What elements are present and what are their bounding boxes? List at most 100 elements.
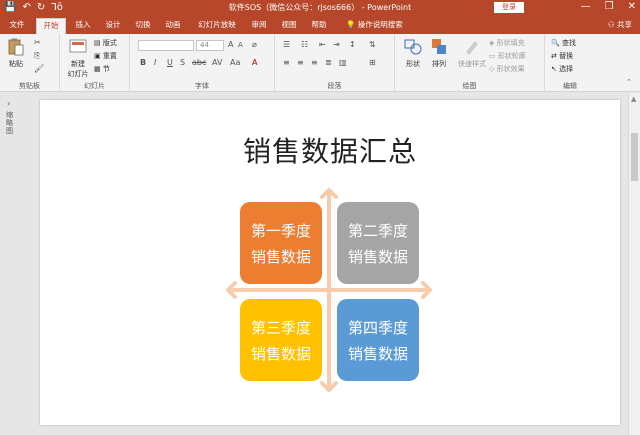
restore-icon[interactable]: ❐ [605,0,614,14]
align-left-icon[interactable]: ≡ [283,58,290,67]
shrink-font-icon[interactable]: A [238,41,243,49]
layout-icon: ▤ [94,39,101,47]
lightbulb-icon: 💡 [346,20,356,29]
quadrant-q3[interactable]: 第三季度 销售数据 [240,299,322,381]
group-label-editing: 编辑 [563,82,577,90]
quadrant-q1-line1: 第一季度 [250,222,311,240]
group-label-paragraph: 段落 [327,82,342,90]
find-button[interactable]: 🔍 查找 [551,38,576,48]
quick-styles-icon [466,41,478,55]
numbering-icon[interactable]: ☷ [301,40,308,49]
login-button[interactable]: 登录 [494,2,524,13]
group-clipboard: 粘贴 ✂ ⎘ 🖌 剪贴板 [0,34,60,92]
arrange-label: 排列 [432,60,446,68]
expand-panel-icon[interactable]: › [7,99,10,108]
group-font: 44 A A ⌀ B I U S abc AV Aa A 字体 [130,34,275,92]
layout-label: 版式 [102,39,117,47]
quadrant-q4[interactable]: 第四季度 销售数据 [337,299,419,381]
search-icon: 🔍 [551,39,560,47]
group-label-slides: 幻灯片 [84,82,105,90]
tab-view[interactable]: 视图 [276,18,302,34]
fill-icon: ◈ [489,39,495,47]
arrange-button[interactable]: 排列 [427,37,451,69]
tab-transitions[interactable]: 切换 [130,18,156,34]
select-label: 选择 [559,65,574,73]
quick-styles-button[interactable]: 快速样式 [455,37,489,69]
font-size-field[interactable]: 44 [196,40,224,51]
format-painter-icon[interactable]: 🖌 [34,64,44,73]
clear-format-icon[interactable]: ⌀ [252,40,257,49]
tab-animations[interactable]: 动画 [160,18,186,34]
char-spacing-button[interactable]: AV [212,58,222,67]
shape-fill-button[interactable]: ◈ 形状填充 [489,38,525,48]
replace-label: 替换 [559,52,574,60]
select-button[interactable]: ↖ 选择 [551,64,573,74]
cut-icon[interactable]: ✂ [34,38,41,47]
minimize-icon[interactable]: — [581,0,591,14]
quadrant-q2[interactable]: 第二季度 销售数据 [337,202,419,284]
find-label: 查找 [561,39,576,47]
shadow-button[interactable]: S [180,58,185,67]
shapes-button[interactable]: 形状 [401,37,425,69]
vertical-scrollbar[interactable]: ▲ [628,93,640,435]
reset-label: 重置 [102,52,117,60]
scroll-up-icon[interactable]: ▲ [631,95,636,103]
italic-button[interactable]: I [154,58,156,67]
group-slides: 新建 幻灯片 ▤ 版式 ▣ 重置 ▦ 节 幻灯片 [60,34,130,92]
columns-icon[interactable]: ▥ [339,58,347,67]
section-button[interactable]: ▦ 节 [94,64,110,74]
new-slide-label: 新建 [71,60,85,68]
reset-button[interactable]: ▣ 重置 [94,51,117,61]
group-label-clipboard: 剪贴板 [19,82,40,90]
layout-button[interactable]: ▤ 版式 [94,38,117,48]
align-center-icon[interactable]: ≡ [297,58,304,67]
underline-button[interactable]: U [167,58,173,67]
tab-help[interactable]: 帮助 [306,18,332,34]
shape-outline-button[interactable]: ▭ 形状轮廓 [489,51,526,61]
reset-icon: ▣ [94,52,101,60]
quadrant-q4-line2: 销售数据 [347,345,408,363]
window-title: 软件SOS（微信公众号：rjsos666） - PowerPoint [228,3,412,12]
tab-review[interactable]: 审阅 [246,18,272,34]
decrease-indent-icon[interactable]: ⇤ [319,40,326,49]
tab-slideshow[interactable]: 幻灯片放映 [192,18,242,34]
tell-me-search[interactable]: 💡 操作说明搜索 [346,18,403,32]
quick-styles-label: 快速样式 [458,60,486,68]
text-direction-icon[interactable]: ⇅ [369,40,376,49]
line-spacing-icon[interactable]: ↕ [349,40,356,49]
font-name-field[interactable] [138,40,194,51]
new-slide-icon [69,39,87,53]
smartart-icon[interactable]: ⊞ [369,58,376,67]
slide-canvas[interactable]: 销售数据汇总 第一季度 销售数据 第二季度 销售数据 第三季度 销售数据 第四季… [40,100,620,425]
tab-design[interactable]: 设计 [100,18,126,34]
bullets-icon[interactable]: ☰ [283,40,290,49]
title-bar: 💾 ↶ ↻ Ꞁō 软件SOS（微信公众号：rjsos666） - PowerPo… [0,0,640,15]
change-case-button[interactable]: Aa [230,58,240,67]
share-button[interactable]: ⚇ 共享 [608,18,632,32]
ribbon: 粘贴 ✂ ⎘ 🖌 剪贴板 新建 幻灯片 ▤ 版式 ▣ 重置 ▦ 节 幻灯片 44… [0,34,640,92]
align-right-icon[interactable]: ≡ [311,58,318,67]
tab-insert[interactable]: 插入 [70,18,96,34]
tab-file[interactable]: 文件 [4,18,30,34]
tab-home[interactable]: 开始 [36,18,66,34]
font-color-button[interactable]: A [252,58,257,67]
cross-arrows[interactable] [40,100,620,425]
scrollbar-thumb[interactable] [631,133,638,181]
shape-effects-button[interactable]: ◇ 形状效果 [489,64,525,74]
group-label-drawing: 绘图 [462,82,477,90]
new-slide-label-2: 幻灯片 [67,70,89,78]
increase-indent-icon[interactable]: ⇥ [333,40,340,49]
close-icon[interactable]: ✕ [628,0,636,14]
thumbnail-panel-collapsed[interactable]: › 缩略图 [0,93,20,435]
quadrant-q1[interactable]: 第一季度 销售数据 [240,202,322,284]
grow-font-icon[interactable]: A [228,40,233,49]
collapse-ribbon-icon[interactable]: ⌃ [626,78,632,86]
replace-button[interactable]: ⇄ 替换 [551,51,573,61]
bold-button[interactable]: B [140,58,146,67]
paste-button[interactable]: 粘贴 [4,37,28,69]
strikethrough-button[interactable]: abc [192,58,206,67]
copy-icon[interactable]: ⎘ [34,51,40,61]
group-editing: 🔍 查找 ⇄ 替换 ↖ 选择 编辑 [545,34,595,92]
justify-icon[interactable]: ≣ [325,58,332,67]
new-slide-button[interactable]: 新建 幻灯片 [64,37,92,79]
